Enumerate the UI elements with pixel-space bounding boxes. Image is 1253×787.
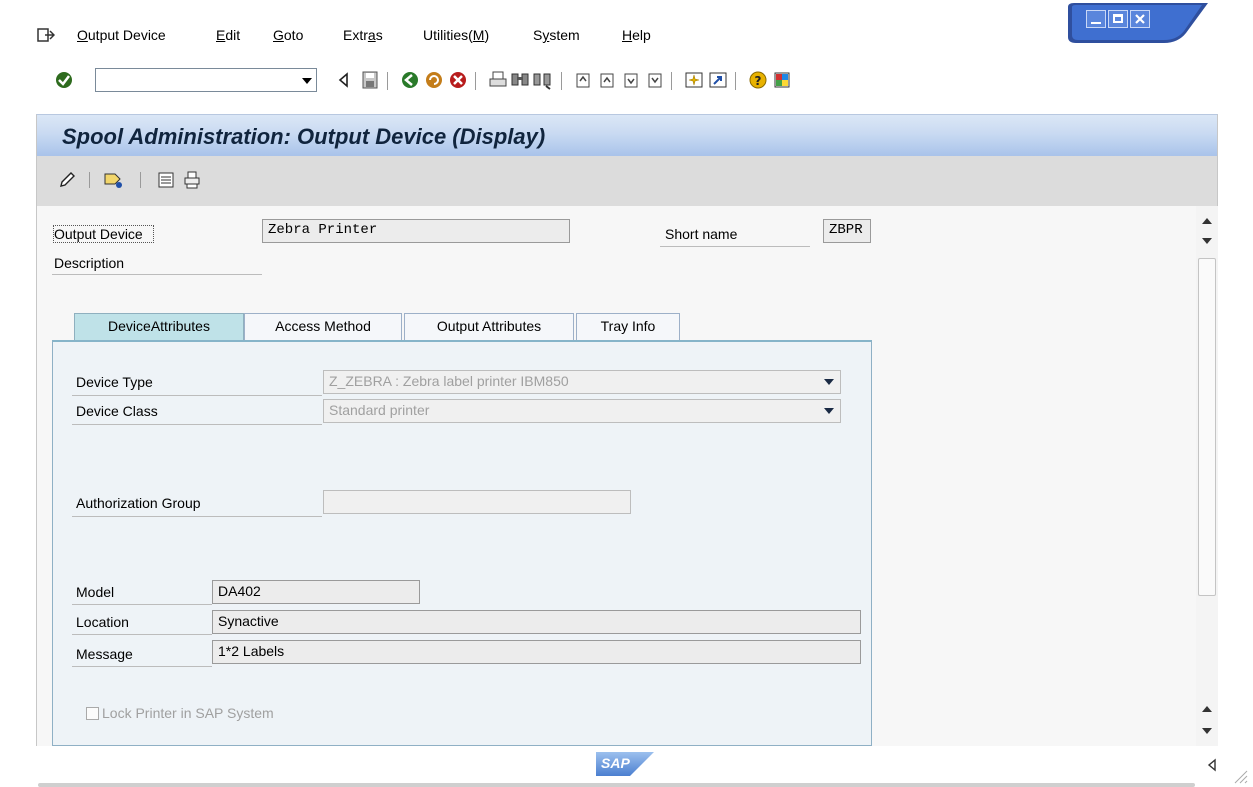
output-device-field[interactable]: Zebra Printer [262,219,570,243]
find-icon[interactable] [510,70,530,90]
bottom-frame-line [38,783,1195,787]
scroll-up-icon[interactable] [1202,706,1212,712]
create-session-icon[interactable] [684,70,704,90]
standard-toolbar: ? [0,62,1253,104]
print-icon[interactable] [488,70,508,90]
help-icon[interactable]: ? [748,70,768,90]
scrollbar-thumb[interactable] [1198,258,1216,596]
application-toolbar [36,156,1218,206]
page-title: Spool Administration: Output Device (Dis… [62,124,546,149]
menu-system[interactable]: System [533,27,580,43]
label-underline [72,395,322,396]
shortcut-icon[interactable] [708,70,728,90]
resize-grip-icon[interactable] [1232,768,1248,784]
label-underline [72,666,212,667]
scroll-up-icon[interactable] [1202,218,1212,224]
device-class-select[interactable]: Standard printer [323,399,841,423]
toolbar-separator [387,72,388,90]
command-field[interactable] [95,68,317,92]
transport-icon[interactable] [103,170,125,190]
status-toggle-icon[interactable] [1206,758,1218,772]
menu-help[interactable]: Help [622,27,651,43]
layout-menu-icon[interactable] [772,70,792,90]
exit-icon[interactable] [424,70,444,90]
status-bar: SAP [0,746,1253,787]
label-underline [72,516,322,517]
menu-edit[interactable]: Edit [216,27,240,43]
tab-output-attributes[interactable]: Output Attributes [404,313,574,340]
sap-logo-text: SAP [601,755,630,771]
minimize-icon[interactable] [1086,10,1106,28]
scroll-down-icon[interactable] [1202,238,1212,244]
description-label: Description [54,255,125,271]
location-label: Location [76,614,129,630]
tab-device-attributes[interactable]: DeviceAttributes [74,313,244,340]
tab-tray-info[interactable]: Tray Info [576,313,680,340]
toolbar-separator [561,72,562,90]
model-field[interactable]: DA402 [212,580,420,604]
toolbar-separator [475,72,476,90]
back-icon[interactable] [400,70,420,90]
message-label: Message [76,646,133,662]
first-page-icon[interactable] [573,70,593,90]
label-underline [72,424,322,425]
scroll-down-icon[interactable] [1202,728,1212,734]
save-icon[interactable] [360,70,380,90]
chevron-down-icon[interactable] [824,379,834,385]
authorization-group-label: Authorization Group [76,495,201,511]
menu-bar: Output Device Edit Goto Extras Utilities… [0,0,1253,62]
toolbar-separator [140,172,141,188]
label-underline [72,634,212,635]
lock-printer-checkbox[interactable] [86,707,99,720]
menu-output-device[interactable]: Output Device [77,27,166,43]
toolbar-separator [735,72,736,90]
next-page-icon[interactable] [621,70,641,90]
toolbar-collapse-icon[interactable] [334,70,354,90]
close-icon[interactable] [1130,10,1150,28]
short-name-label: Short name [665,226,738,242]
menu-extras[interactable]: Extras [343,27,383,43]
find-next-icon[interactable] [532,70,552,90]
model-label: Model [76,584,115,600]
maximize-icon[interactable] [1108,10,1128,28]
last-page-icon[interactable] [645,70,665,90]
tab-access-method[interactable]: Access Method [244,313,402,340]
title-bar: Spool Administration: Output Device (Dis… [36,114,1218,156]
sap-logo: SAP [596,752,654,776]
label-underline [52,274,262,275]
details-icon[interactable] [156,170,176,190]
short-name-field[interactable]: ZBPR [823,219,871,243]
vertical-scrollbar[interactable] [1196,206,1218,746]
label-underline [72,604,212,605]
edit-pencil-icon[interactable] [57,170,77,190]
menu-utilities[interactable]: Utilities(M) [423,27,489,43]
message-field[interactable]: 1*2 Labels [212,640,861,664]
device-type-label: Device Type [76,374,153,390]
output-device-label: Output Device [53,225,154,243]
cancel-icon[interactable] [448,70,468,90]
device-type-value: Z_ZEBRA : Zebra label printer IBM850 [329,373,569,389]
toolbar-separator [671,72,672,90]
lock-printer-label: Lock Printer in SAP System [102,705,274,721]
authorization-group-field[interactable] [323,490,631,514]
printer-icon[interactable] [182,170,202,190]
device-class-label: Device Class [76,403,158,419]
label-underline [660,246,810,247]
location-field[interactable]: Synactive [212,610,861,634]
menu-goto[interactable]: Goto [273,27,303,43]
menu-icon[interactable] [37,27,56,43]
chevron-down-icon[interactable] [302,78,312,84]
chevron-down-icon[interactable] [824,408,834,414]
device-type-select[interactable]: Z_ZEBRA : Zebra label printer IBM850 [323,370,841,394]
enter-check-icon[interactable] [54,70,74,90]
toolbar-separator [89,172,90,188]
previous-page-icon[interactable] [597,70,617,90]
device-class-value: Standard printer [329,402,430,418]
svg-text:?: ? [755,74,762,88]
